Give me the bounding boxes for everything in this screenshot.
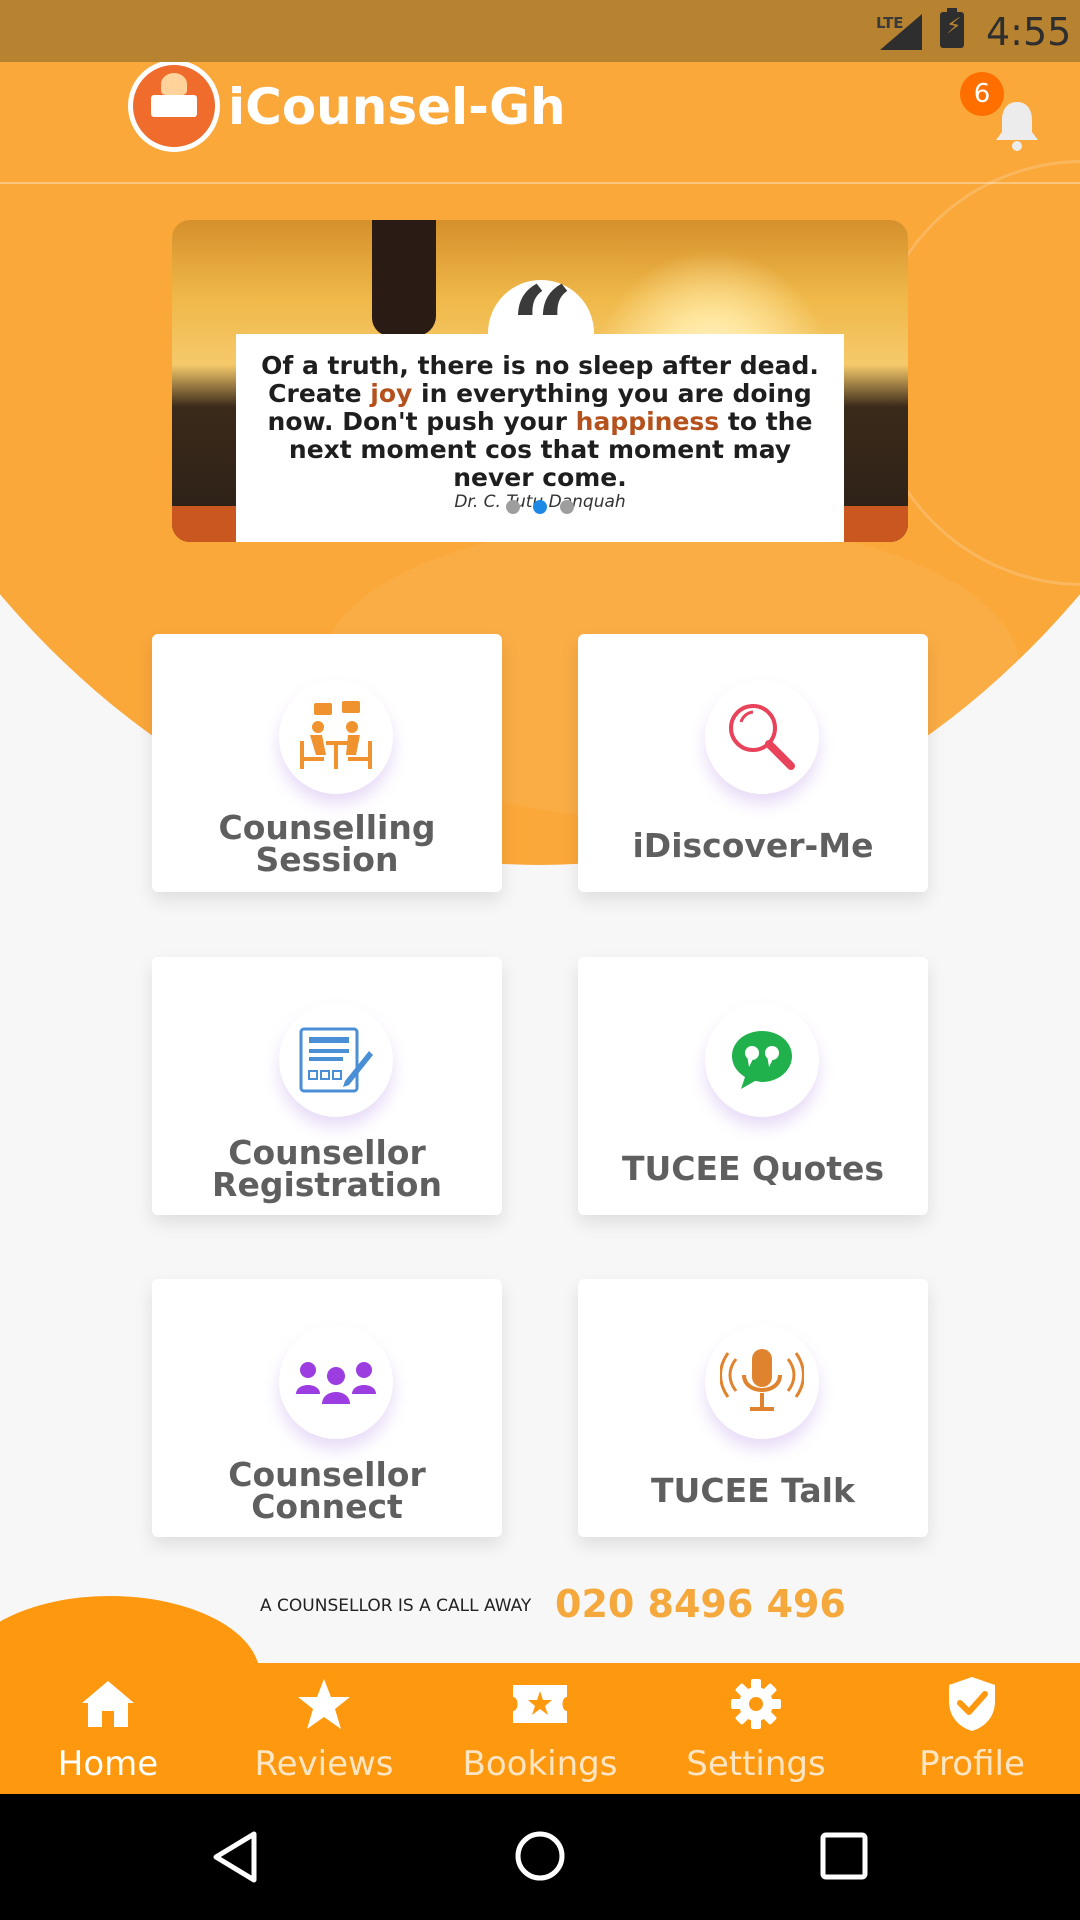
network-type: LTE (876, 14, 904, 32)
magnifier-icon (729, 704, 795, 770)
tile-tucee-talk[interactable]: TUCEE Talk (578, 1279, 928, 1537)
star-icon (298, 1679, 350, 1729)
tile-counselling-session[interactable]: Counselling Session (152, 634, 502, 892)
app-title: iCounsel-Gh (228, 78, 566, 136)
nav-bookings[interactable]: Bookings (432, 1676, 648, 1794)
tile-label: TUCEE Talk (651, 1471, 855, 1510)
nav-settings[interactable]: Settings (648, 1676, 864, 1794)
system-navigation-bar (0, 1794, 1080, 1920)
highlight-joy: joy (370, 379, 413, 408)
phone-number-link[interactable]: 020 8496 496 (555, 1582, 846, 1626)
home-circle-icon[interactable] (514, 1830, 566, 1882)
carousel-dot-active[interactable] (533, 500, 547, 514)
group-people-icon (296, 1362, 376, 1404)
nav-profile[interactable]: Profile (864, 1676, 1080, 1794)
quote-text: Of a truth, there is no sleep after dead… (261, 351, 819, 492)
tile-label: Counselling Session (218, 808, 436, 879)
call-row: A COUNSELLOR IS A CALL AWAY 020 8496 496 (0, 1576, 1080, 1626)
tile-tucee-quotes[interactable]: TUCEE Quotes (578, 957, 928, 1215)
tile-label: Counsellor Registration (212, 1133, 442, 1204)
counselling-session-icon (300, 701, 372, 769)
registration-form-icon (299, 1027, 373, 1093)
app-logo (128, 60, 220, 152)
home-icon (82, 1681, 134, 1727)
silhouette-image (372, 220, 436, 336)
carousel-dot[interactable] (560, 500, 574, 514)
tile-label: TUCEE Quotes (621, 1149, 885, 1188)
quote-carousel[interactable]: “ Of a truth, there is no sleep after de… (172, 220, 908, 542)
tile-idiscover-me[interactable]: iDiscover-Me (578, 634, 928, 892)
carousel-indicator (506, 500, 574, 514)
microphone-icon (720, 1349, 804, 1411)
tile-label: iDiscover-Me (632, 826, 874, 865)
carousel-dot[interactable] (506, 500, 520, 514)
clock: 4:55 (986, 10, 1072, 54)
recents-icon[interactable] (820, 1832, 868, 1880)
shield-check-icon (949, 1677, 995, 1731)
ticket-star-icon (513, 1685, 567, 1723)
call-caption: A COUNSELLOR IS A CALL AWAY (260, 1596, 532, 1616)
tile-counsellor-registration[interactable]: Counsellor Registration (152, 957, 502, 1215)
tile-counsellor-connect[interactable]: Counsellor Connect (152, 1279, 502, 1537)
status-bar: LTE ⚡ 4:55 (0, 0, 1080, 62)
charging-icon: ⚡ (946, 14, 962, 39)
quote-bubble-icon (732, 1031, 792, 1089)
notification-badge: 6 (960, 72, 1004, 116)
nav-home[interactable]: Home (0, 1676, 216, 1794)
back-icon[interactable] (210, 1830, 260, 1884)
gear-icon (731, 1679, 781, 1729)
tile-label: Counsellor Connect (228, 1455, 426, 1526)
nav-reviews[interactable]: Reviews (216, 1676, 432, 1794)
highlight-happiness: happiness (575, 407, 720, 436)
